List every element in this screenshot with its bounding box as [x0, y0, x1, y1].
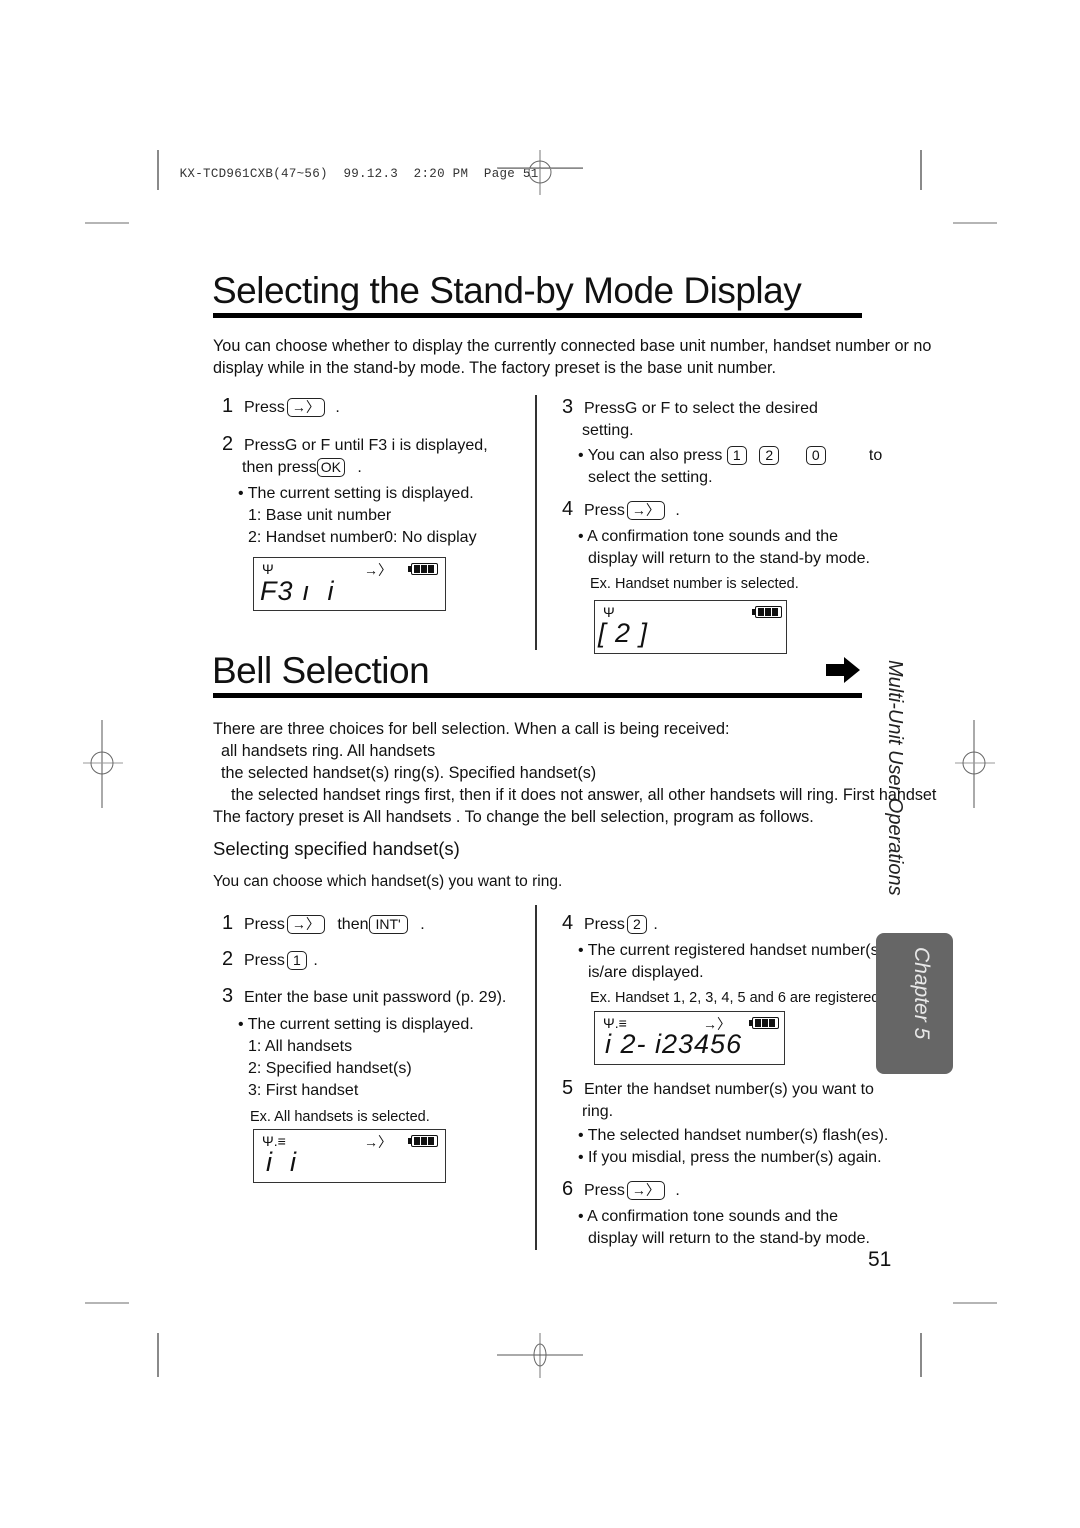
example-caption: Ex. Handset 1, 2, 3, 4, 5 and 6 are regi… [590, 990, 884, 1006]
bell-step-2: 2 Press 1 . [222, 948, 318, 971]
page-number: 51 [868, 1248, 892, 1271]
lcd-text: i i [266, 1147, 297, 1177]
key-1[interactable]: 1 [726, 446, 747, 466]
section-title-bell-selection: Bell Selection [212, 650, 430, 691]
battery-icon [408, 563, 438, 575]
print-header: KX-TCD961CXB(47~56) 99.12.3 2:20 PM Page… [164, 153, 539, 181]
crop-mark [953, 1302, 997, 1304]
crop-mark [85, 222, 129, 224]
step-2-details: • The current setting is displayed. 1: B… [238, 483, 477, 549]
function-key[interactable]: →〉 [286, 915, 325, 935]
chapter-tab[interactable]: Chapter 5 [876, 933, 953, 1074]
bell-step-4: 4 Press 2 . [562, 912, 658, 935]
example-caption: Ex. Handset number is selected. [590, 576, 799, 592]
crop-mark [157, 1333, 159, 1377]
print-date: 99.12.3 [343, 167, 399, 181]
title-rule [213, 313, 862, 318]
ok-key[interactable]: OK [316, 458, 345, 478]
registration-mark-left [83, 720, 123, 808]
option-item: 2: Handset number0: No display [248, 529, 477, 546]
subheading-intro: You can choose which handset(s) you want… [213, 873, 563, 890]
bell-step-6-details: • A confirmation tone sounds and the dis… [578, 1208, 870, 1247]
print-page: Page 51 [483, 167, 539, 181]
step-4-details: • A confirmation tone sounds and the dis… [578, 526, 870, 595]
function-arrow-icon: →〉 [364, 1134, 392, 1150]
function-key[interactable]: →〉 [626, 501, 665, 521]
lcd-text: [ 2 ] [598, 618, 649, 648]
bell-step-4-details: • The current registered handset number(… [578, 940, 884, 1009]
intro-line: You can choose whether to display the cu… [213, 337, 932, 355]
crop-mark [85, 1302, 129, 1304]
step-4: 4 Press →〉 . [562, 498, 680, 521]
print-job: KX-TCD961CXB(47~56) [179, 167, 328, 181]
intro-line: display while in the stand-by mode. The … [213, 359, 776, 377]
battery-icon [408, 1135, 438, 1147]
key-1[interactable]: 1 [286, 951, 307, 971]
function-arrow-icon: →〉 [364, 562, 392, 578]
column-divider [535, 395, 537, 650]
crop-mark [920, 1333, 922, 1377]
example-caption: Ex. All handsets is selected. [250, 1109, 430, 1125]
battery-icon [749, 1017, 779, 1029]
section-intro: You can choose whether to display the cu… [213, 335, 1003, 379]
section-title-standby-display: Selecting the Stand-by Mode Display [212, 270, 802, 311]
registration-mark-bottom [497, 1333, 583, 1378]
step-2: 2 PressG or F until F3 i is displayed, th… [222, 433, 488, 478]
option-item: 2: Specified handset(s) [248, 1060, 412, 1077]
bell-step-3: 3 Enter the base unit password (p. 29). [222, 985, 507, 1007]
crop-mark [953, 222, 997, 224]
lcd-display-handset-number: Ψ [ 2 ] [594, 600, 787, 654]
header-underline [498, 168, 583, 169]
option-item: 1: All handsets [248, 1038, 353, 1055]
bell-step-5-details: • The selected handset number(s) flash(e… [578, 1127, 889, 1166]
key-2[interactable]: 2 [626, 915, 647, 935]
title-rule [213, 693, 862, 698]
lcd-text: F3 ı i [260, 576, 335, 606]
step-1: 1 Press →〉 . [222, 395, 340, 418]
chapter-label: Chapter 5 [910, 947, 933, 1040]
crop-mark [920, 150, 922, 190]
step-3: 3 PressG or F to select the desired setti… [562, 396, 818, 439]
bell-step-1: 1 Press →〉 then INT' . [222, 912, 425, 935]
bell-step-6: 6 Press →〉 . [562, 1178, 680, 1201]
section-side-label: Multi-Unit User Operations [884, 660, 906, 896]
print-time: 2:20 PM [413, 167, 469, 181]
key-2[interactable]: 2 [759, 446, 780, 466]
lcd-display-all-handsets: Ψ.≡ →〉 i i [253, 1129, 446, 1183]
lcd-display-f3: Ψ →〉 F3 ı i [253, 557, 446, 611]
function-key[interactable]: →〉 [286, 398, 325, 418]
bell-step-5: 5 Enter the handset number(s) you want to… [562, 1077, 874, 1120]
battery-icon [752, 606, 782, 618]
bell-step-3-details: • The current setting is displayed. 1: A… [238, 1014, 474, 1128]
key-0[interactable]: 0 [805, 446, 826, 466]
lcd-text: i 2- i23456 [605, 1029, 743, 1059]
lcd-display-registered-handsets: Ψ.≡ →〉 i 2- i23456 [594, 1011, 785, 1065]
column-divider [535, 905, 537, 1250]
subheading: Selecting specified handset(s) [213, 838, 460, 859]
int-key[interactable]: INT' [368, 915, 408, 935]
arrow-right-icon [826, 657, 860, 683]
antenna-icon: Ψ [262, 561, 274, 577]
option-item: 1: Base unit number [248, 507, 392, 524]
function-key[interactable]: →〉 [626, 1181, 665, 1201]
option-item: 3: First handset [248, 1082, 359, 1099]
step-3-details: • You can also press 1 2 0 or to select … [578, 446, 883, 486]
crop-mark [157, 150, 159, 190]
